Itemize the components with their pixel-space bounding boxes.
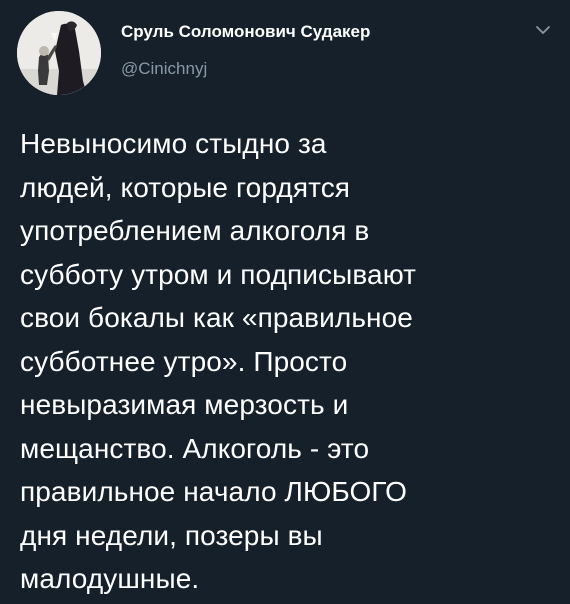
tweet-text-line: субботу утром и подписывают xyxy=(20,258,417,290)
tweet-card: Сруль Соломонович Судакер @Cinichnyj Нев… xyxy=(0,0,570,604)
avatar[interactable] xyxy=(17,11,101,95)
tweet-text-line: употреблением алкоголя в xyxy=(20,215,370,246)
tweet-text-line: правильное начало ЛЮБОГО xyxy=(20,476,407,507)
display-name[interactable]: Сруль Соломонович Судакер xyxy=(121,22,370,42)
tweet-text-line: людей, которые гордятся xyxy=(20,171,351,203)
tweet-text-line: Невыносимо стыдно за xyxy=(20,128,327,159)
tweet-text-line: мещанство. Алкоголь - это xyxy=(20,432,370,464)
tweet-text-line: дня недели, позеры вы xyxy=(20,519,323,551)
user-handle[interactable]: @Cinichnyj xyxy=(121,59,207,79)
chevron-down-icon[interactable] xyxy=(532,21,554,39)
tweet-text-line: субботнее утро». Просто xyxy=(20,345,348,377)
avatar-photo xyxy=(17,11,101,95)
tweet-text-line: невыразимая мерзость и xyxy=(20,389,349,420)
tweet-text-line: свои бокалы как «правильное xyxy=(20,302,413,333)
tweet-text-line: малодушные. xyxy=(20,563,200,594)
tweet-text: Невыносимо стыдно за людей, которые горд… xyxy=(20,122,555,601)
